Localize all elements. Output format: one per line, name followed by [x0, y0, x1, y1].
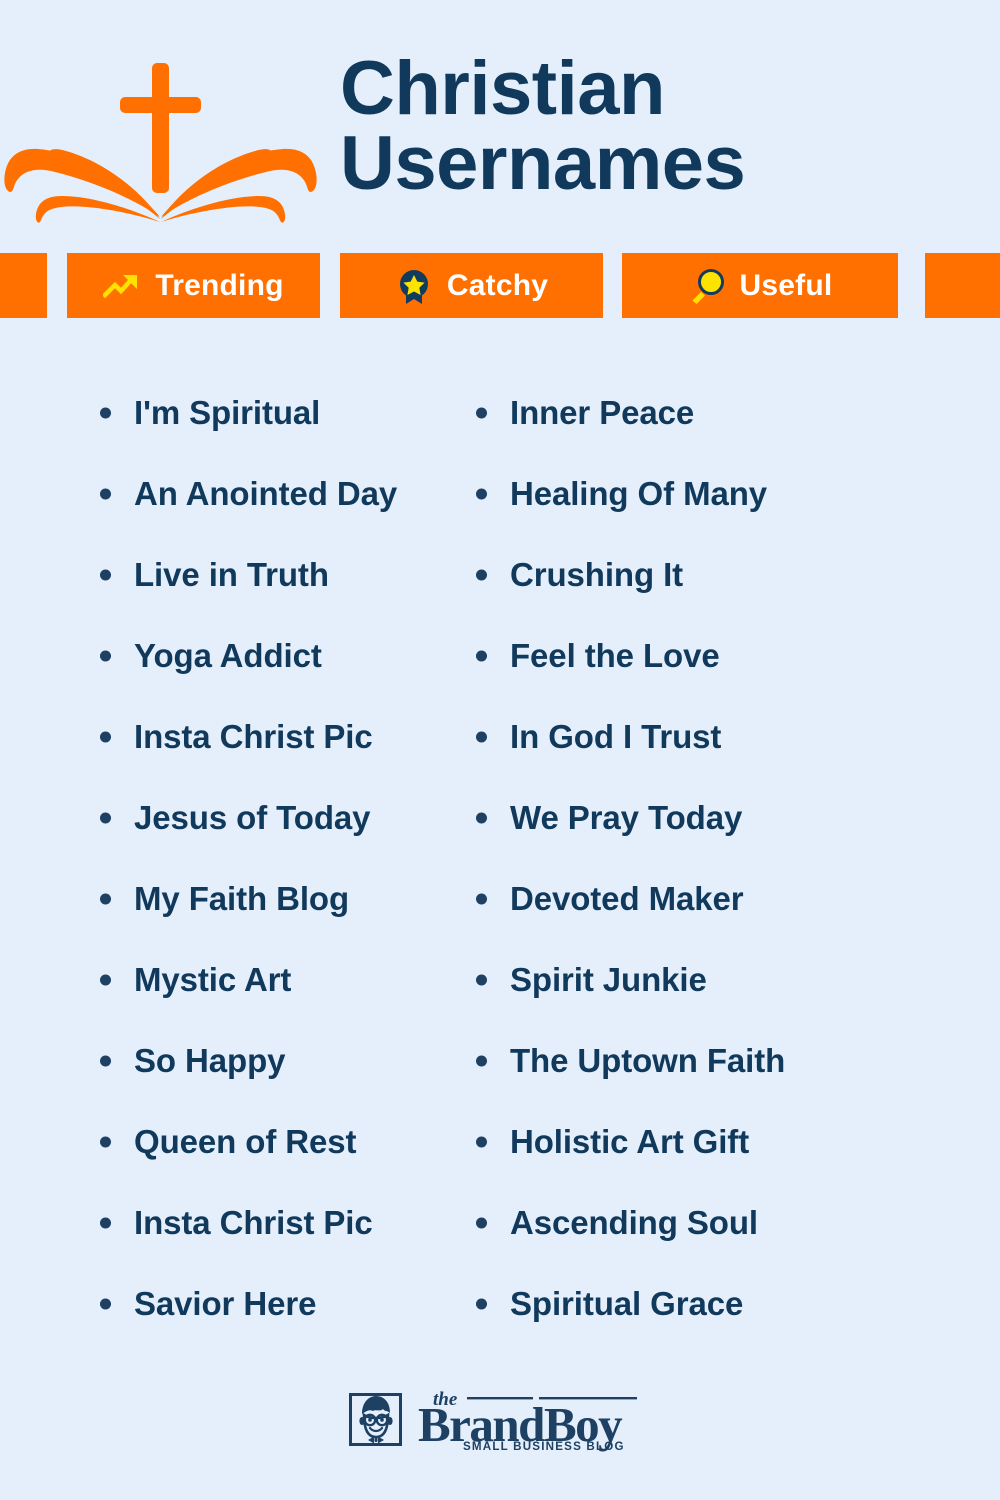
list-item: Feel the Love: [468, 615, 1000, 696]
list-item: Live in Truth: [92, 534, 460, 615]
list-item: Yoga Addict: [92, 615, 460, 696]
list-item: Spiritual Grace: [468, 1263, 1000, 1344]
page-title: Christian Usernames: [340, 46, 970, 206]
list-item: The Uptown Faith: [468, 1020, 1000, 1101]
list-item: I'm Spiritual: [92, 372, 460, 453]
list-item: Crushing It: [468, 534, 1000, 615]
brandboy-logo[interactable]: the BrandBoy SMALL BUSINESS BLOG: [349, 1388, 651, 1460]
username-column-right: Inner Peace Healing Of Many Crushing It …: [460, 372, 1000, 1344]
page-header: Christian Usernames: [0, 0, 1000, 253]
username-column-left: I'm Spiritual An Anointed Day Live in Tr…: [0, 372, 460, 1344]
list-item: So Happy: [92, 1020, 460, 1101]
svg-text:SMALL BUSINESS BLOG: SMALL BUSINESS BLOG: [463, 1440, 625, 1453]
footer: the BrandBoy SMALL BUSINESS BLOG: [0, 1388, 1000, 1460]
list-item: Insta Christ Pic: [92, 1182, 460, 1263]
band-cap-right: [925, 253, 1000, 318]
award-badge-star-icon: [399, 269, 428, 304]
list-item: Mystic Art: [92, 939, 460, 1020]
list-item: My Faith Blog: [92, 858, 460, 939]
list-item: Ascending Soul: [468, 1182, 1000, 1263]
list-item: Healing Of Many: [468, 453, 1000, 534]
cross-open-book-icon: [4, 62, 317, 223]
list-item: Spirit Junkie: [468, 939, 1000, 1020]
page-title-line-1: Christian: [340, 46, 665, 132]
list-item: Holistic Art Gift: [468, 1101, 1000, 1182]
list-item: An Anointed Day: [92, 453, 460, 534]
tag-trending[interactable]: Trending: [67, 253, 320, 318]
username-list-left: I'm Spiritual An Anointed Day Live in Tr…: [92, 372, 460, 1344]
list-item: Devoted Maker: [468, 858, 1000, 939]
tag-catchy-label: Catchy: [446, 268, 549, 302]
username-lists: I'm Spiritual An Anointed Day Live in Tr…: [0, 372, 1000, 1344]
list-item: Insta Christ Pic: [92, 696, 460, 777]
username-list-right: Inner Peace Healing Of Many Crushing It …: [468, 372, 1000, 1344]
trending-up-icon: [103, 274, 138, 298]
tag-catchy[interactable]: Catchy: [340, 253, 603, 318]
tag-useful-label: Useful: [739, 268, 833, 302]
tag-trending-label: Trending: [155, 268, 284, 302]
tag-band: Trending Catchy Useful: [0, 253, 1000, 318]
page-title-line-2: Usernames: [340, 120, 746, 206]
list-item: Savior Here: [92, 1263, 460, 1344]
list-item: We Pray Today: [468, 777, 1000, 858]
title-block: Christian Usernames: [340, 46, 1000, 206]
band-cap-left: [0, 253, 47, 318]
magnifying-glass-icon: [692, 268, 724, 304]
list-item: Inner Peace: [468, 372, 1000, 453]
tag-useful[interactable]: Useful: [622, 253, 898, 318]
list-item: In God I Trust: [468, 696, 1000, 777]
list-item: Jesus of Today: [92, 777, 460, 858]
list-item: Queen of Rest: [92, 1101, 460, 1182]
